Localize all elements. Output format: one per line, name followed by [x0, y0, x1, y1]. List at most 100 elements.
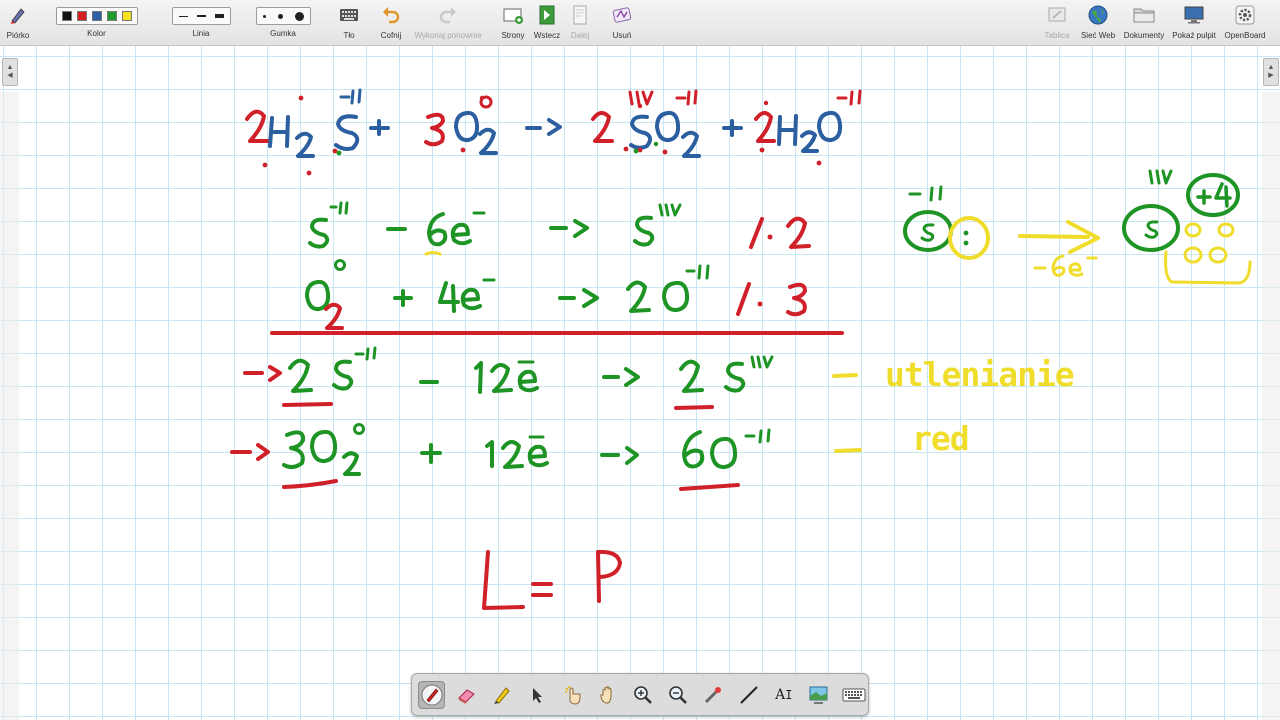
- ink-coef-2: [245, 109, 270, 143]
- laser-pointer-tool[interactable]: [700, 681, 727, 709]
- pointing-hand-sparkle-icon: [564, 685, 581, 705]
- ink-charge-minus-II: [675, 89, 698, 106]
- ink-charge-minus-II: [836, 89, 862, 106]
- highlighter-tool[interactable]: [489, 681, 516, 709]
- ink-6: [427, 212, 448, 247]
- ink-O: [454, 110, 480, 143]
- ink-charge-IV: [1148, 169, 1173, 185]
- ink-slash: [749, 217, 764, 249]
- ink-e: [517, 369, 539, 393]
- ink-O: [310, 429, 338, 464]
- ink-12: [474, 361, 513, 394]
- ink-arrow: [602, 367, 640, 387]
- ink-dash: [834, 448, 862, 453]
- ink-equals: [531, 582, 553, 597]
- ink-arrow: [525, 118, 562, 136]
- ink-charge-zero: [353, 423, 365, 435]
- text-cursor-icon: AI: [775, 686, 793, 703]
- ink-H: [777, 114, 798, 146]
- ink-S: [308, 217, 330, 249]
- ink-charge-minus-II: [908, 185, 943, 202]
- ink-6: [682, 430, 705, 469]
- ink-P: [596, 549, 622, 603]
- ink-pointer-arrow: [243, 365, 282, 382]
- ink-electron: [963, 230, 969, 236]
- left-equals-right: [482, 549, 622, 610]
- line-tool[interactable]: [735, 681, 762, 709]
- yellow-labels: [832, 373, 862, 453]
- cursor-arrow-icon: [533, 687, 543, 703]
- ink-dot: [757, 301, 763, 307]
- ink-12: [485, 440, 524, 469]
- hand-tool[interactable]: [594, 681, 621, 709]
- selector-tool[interactable]: [524, 681, 551, 709]
- ink-S: [332, 359, 354, 391]
- pen-icon: [421, 684, 443, 705]
- capture-tool[interactable]: [805, 681, 832, 709]
- text-tool[interactable]: AI: [770, 681, 797, 709]
- ink-2: [626, 280, 651, 313]
- ink-dash: [832, 373, 858, 378]
- ink-subscript-2: [800, 130, 819, 153]
- ink-e: [460, 287, 482, 311]
- ink-e: [450, 222, 472, 246]
- ink-arrow: [549, 219, 589, 238]
- ink-S: [633, 215, 655, 247]
- ink-coef-3: [424, 112, 445, 147]
- hand-icon: [600, 685, 612, 704]
- line-icon: [739, 685, 758, 704]
- ink-O: [305, 279, 331, 312]
- ink-3: [282, 430, 306, 470]
- virtual-keyboard-tool[interactable]: [841, 681, 868, 709]
- eraser-tool[interactable]: [453, 681, 480, 709]
- stylus-palette: AI: [411, 673, 869, 716]
- ink-electron-dots: [262, 95, 822, 176]
- ink-subscript-2: [681, 130, 701, 158]
- ink-3: [786, 282, 807, 317]
- ink-minus-6e: [1033, 254, 1098, 277]
- pen-tool[interactable]: [418, 680, 446, 709]
- ink-underline: [282, 479, 338, 489]
- ink-4: [438, 281, 460, 313]
- balanced-half-reactions: [230, 346, 774, 491]
- ink-plus4-circle: [1186, 173, 1240, 217]
- ink-S: [1144, 220, 1159, 239]
- ink-S: [920, 223, 935, 242]
- keyboard-icon: [842, 688, 866, 701]
- ink-underline-6: [424, 251, 442, 256]
- interact-tool[interactable]: [559, 681, 586, 709]
- ink-charge-IV: [750, 355, 774, 369]
- ink-charge-minus-II: [744, 428, 771, 444]
- ink-dot: [767, 234, 773, 240]
- ink-O: [662, 280, 690, 313]
- eraser-icon: [458, 688, 475, 704]
- ink-O: [710, 436, 738, 470]
- ink-charge-minus-II: [685, 264, 710, 280]
- highlighter-icon: [494, 686, 510, 704]
- ink-S: [724, 361, 746, 393]
- ink-underline: [679, 483, 740, 491]
- ink-charge-zero: [334, 259, 346, 271]
- ink-slash: [736, 282, 751, 316]
- zoom-in-icon: [634, 685, 652, 704]
- ink-2: [288, 358, 313, 393]
- ink-subscript-2: [324, 302, 344, 330]
- ink-e: [527, 444, 549, 468]
- zoom-out-tool[interactable]: [665, 681, 692, 709]
- ink-plus-4: [1196, 182, 1232, 208]
- zoom-in-tool[interactable]: [629, 681, 656, 709]
- oxidation-label: utlenianie: [885, 355, 1074, 394]
- ink-pointer-arrow: [230, 443, 270, 461]
- electron-transfer-diagram: [903, 169, 1252, 285]
- ink-S: [629, 114, 652, 150]
- ink-arrow: [600, 446, 639, 465]
- ink-2: [786, 216, 811, 249]
- ink-charge-IV: [628, 90, 654, 106]
- laser-pointer-icon: [705, 686, 722, 703]
- ink-plus: [369, 119, 390, 136]
- reduction-label: red: [912, 419, 969, 458]
- ink-underline: [674, 405, 714, 410]
- ink-subscript-2: [342, 451, 361, 476]
- ink-charge-minus-II: [339, 88, 362, 105]
- half-reactions: [305, 201, 811, 330]
